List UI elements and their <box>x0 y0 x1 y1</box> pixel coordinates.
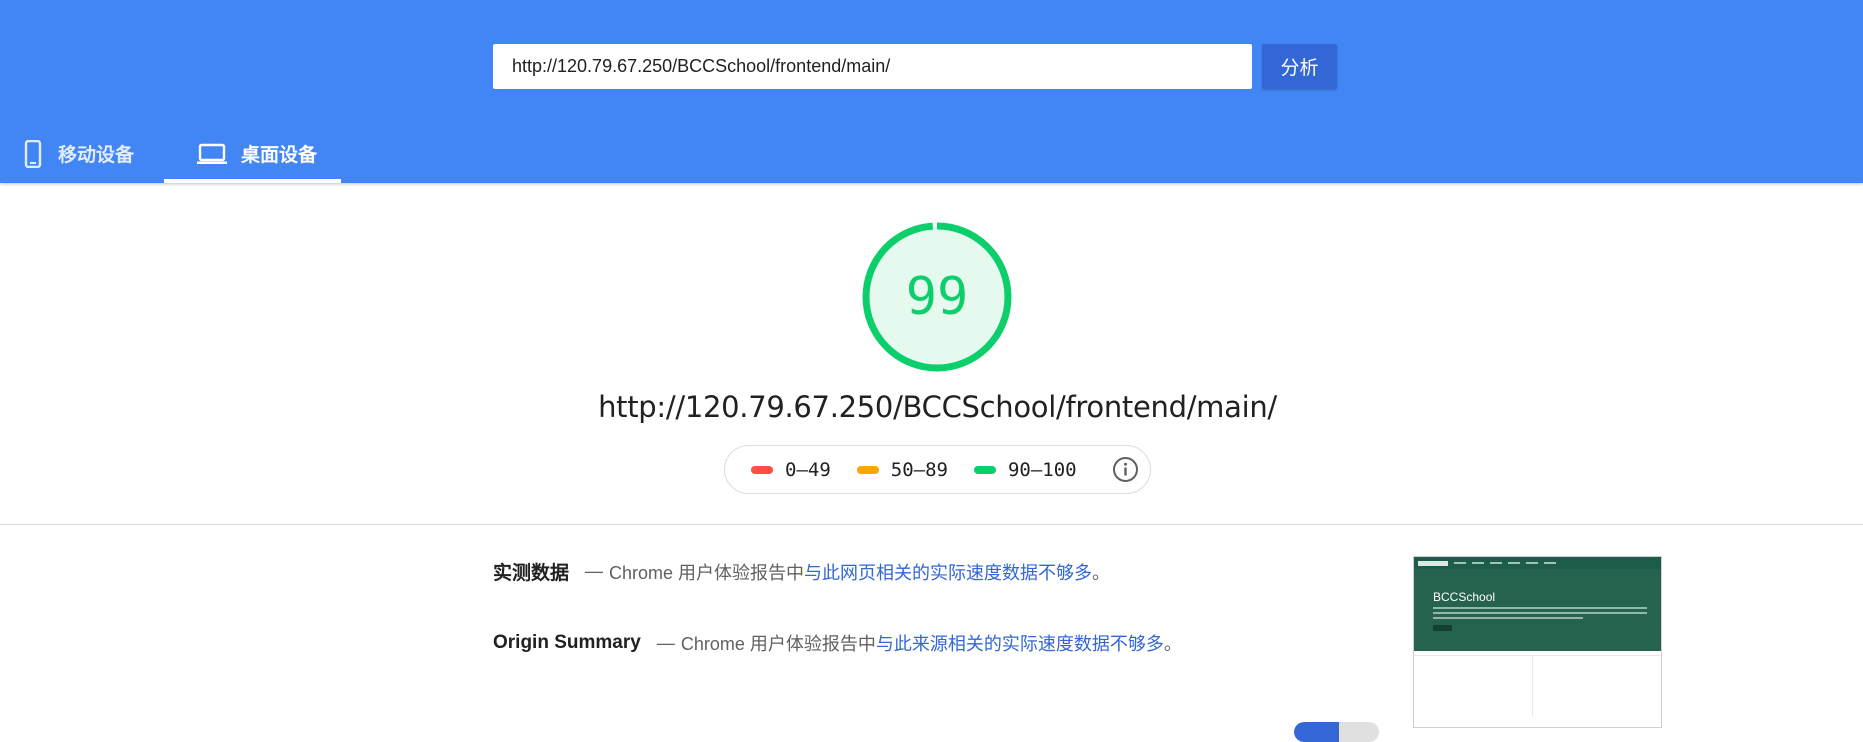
score-legend: 0–49 50–89 90–100 <box>724 445 1151 494</box>
page-screenshot-thumbnail: BCCSchool <box>1413 556 1662 728</box>
thumbnail-hero-title: BCCSchool <box>1433 590 1496 604</box>
field-data-end: 。 <box>1092 562 1111 583</box>
score-value: 99 <box>905 267 969 327</box>
thumbnail-hero-button <box>1433 625 1452 631</box>
tab-desktop-label: 桌面设备 <box>241 145 318 166</box>
thumbnail-nav-item <box>1490 562 1502 564</box>
legend-average-swatch <box>856 465 879 474</box>
thumbnail-nav <box>1414 557 1661 569</box>
field-data-row: 实测数据 — Chrome 用户体验报告中 与此网页相关的实际速度数据不够多 。 <box>493 558 1110 585</box>
legend-pass-swatch <box>973 465 996 474</box>
field-data-source: Chrome 用户体验报告中 <box>609 562 805 583</box>
thumbnail-text-line <box>1433 612 1647 614</box>
thumbnail-body <box>1414 655 1661 717</box>
section-divider <box>0 524 1863 525</box>
view-toggle[interactable] <box>1294 722 1379 742</box>
thumbnail-logo <box>1418 560 1448 566</box>
tab-mobile-label: 移动设备 <box>58 145 135 166</box>
legend-pass-label: 90–100 <box>1007 458 1077 481</box>
origin-summary-end: 。 <box>1163 634 1182 654</box>
smartphone-icon <box>24 139 42 168</box>
thumbnail-nav-item <box>1526 562 1538 564</box>
legend-average: 50–89 <box>856 458 948 481</box>
url-input[interactable] <box>493 44 1252 89</box>
tab-desktop[interactable]: 桌面设备 <box>164 124 341 183</box>
thumbnail-nav-item <box>1472 562 1484 564</box>
view-toggle-active <box>1294 722 1339 742</box>
thumbnail-text-line <box>1433 607 1647 609</box>
thumbnail-nav-item <box>1508 562 1520 564</box>
analyze-button[interactable]: 分析 <box>1262 44 1337 89</box>
thumbnail-nav-item <box>1454 562 1466 564</box>
legend-pass: 90–100 <box>973 458 1077 481</box>
origin-summary-source: Chrome 用户体验报告中 <box>680 634 876 654</box>
origin-summary-row: Origin Summary — Chrome 用户体验报告中 与此来源相关的实… <box>493 630 1182 656</box>
thumbnail-left-column <box>1414 656 1532 717</box>
legend-fail-swatch <box>751 465 773 474</box>
legend-fail: 0–49 <box>751 459 831 481</box>
thumbnail-text-line <box>1433 617 1583 619</box>
field-data-title: 实测数据 <box>493 563 570 584</box>
tab-mobile[interactable]: 移动设备 <box>0 124 160 183</box>
thumbnail-hero: BCCSchool <box>1414 569 1661 651</box>
info-icon[interactable] <box>1112 456 1139 483</box>
performance-score-gauge: 99 <box>861 221 1013 373</box>
field-data-link[interactable]: 与此网页相关的实际速度数据不够多 <box>804 559 1092 585</box>
origin-summary-title: Origin Summary <box>493 632 641 653</box>
origin-summary-dash: — <box>656 632 675 653</box>
header-bar: 分析 移动设备 桌面设备 <box>0 0 1863 183</box>
thumbnail-right-column <box>1532 656 1661 717</box>
origin-summary-link[interactable]: 与此来源相关的实际速度数据不够多 <box>876 630 1164 656</box>
legend-fail-label: 0–49 <box>785 458 831 481</box>
legend-average-label: 50–89 <box>890 458 948 481</box>
report-url: http://120.79.67.250/BCCSchool/frontend/… <box>598 390 1277 424</box>
field-data-dash: — <box>585 561 604 581</box>
laptop-icon <box>197 143 227 165</box>
thumbnail-nav-item <box>1544 562 1556 564</box>
